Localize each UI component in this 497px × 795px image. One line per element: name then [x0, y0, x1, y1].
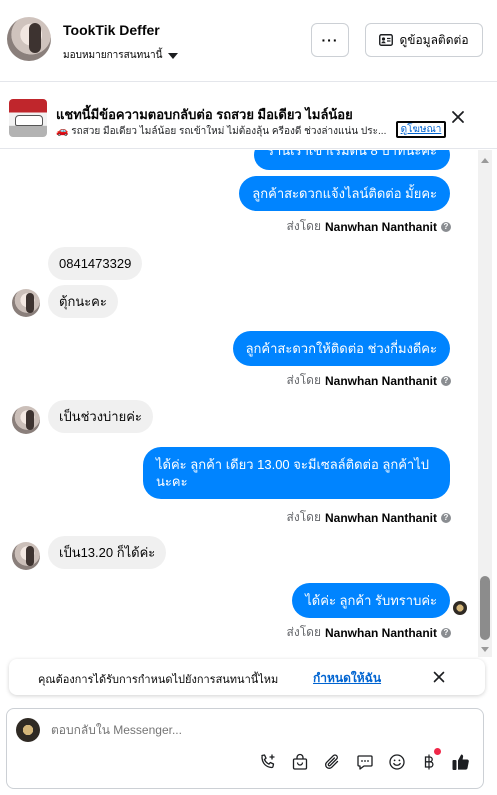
contact-card-icon [379, 34, 394, 46]
sent-by-label: ส่งโดย Nanwhan Nanthanit ? [287, 508, 451, 527]
message-thread: ร้านเราเข้าเริ่มต้น 8 บาทนะคะ ลูกค้าสะดว… [0, 150, 478, 655]
thumbs-up-icon [452, 754, 469, 770]
page-avatar [16, 718, 40, 742]
message-incoming: เป็นช่วงบ่ายค่ะ [48, 400, 153, 433]
view-contact-button[interactable]: ดูข้อมูลติดต่อ [365, 23, 483, 57]
message-incoming: 0841473329 [48, 247, 143, 280]
help-icon[interactable]: ? [441, 375, 451, 386]
baht-icon [424, 754, 434, 770]
shop-button[interactable] [289, 751, 311, 773]
view-ad-link[interactable]: ดูโฆษณา [396, 121, 446, 138]
like-button[interactable] [450, 751, 472, 773]
emoji-button[interactable] [386, 751, 408, 773]
message-text: เป็นช่วงบ่ายค่ะ [59, 409, 142, 424]
seen-avatar [453, 601, 467, 615]
contact-avatar-small [12, 542, 40, 570]
assign-prompt: คุณต้องการได้รับการกำหนดไปยังการสนทนานี้… [9, 659, 485, 695]
reply-input[interactable] [51, 723, 351, 737]
scroll-down-arrow-icon[interactable] [481, 647, 489, 652]
attach-button[interactable] [321, 751, 343, 773]
message-outgoing: ลูกค้าสะดวกให้ติดต่อ ช่วงกี่มงดีคะ [232, 331, 450, 366]
close-icon[interactable] [451, 110, 465, 124]
ad-title: แชทนี้มีข้อความตอบกลับต่อ รถสวย มือเดียว… [56, 107, 353, 122]
sent-by-label: ส่งโดย Nanwhan Nanthanit ? [287, 623, 451, 642]
notification-dot [434, 748, 441, 755]
ad-description: 🚗 รถสวย มือเดียว ไมล์น้อย รถเข้าใหม่ ไม่… [56, 126, 387, 137]
saved-replies-button[interactable] [354, 751, 376, 773]
scrollbar-thumb[interactable] [480, 576, 490, 640]
scroll-up-arrow-icon[interactable] [481, 158, 489, 163]
conversation-header: TookTik Deffer มอบหมายการสนทนานี้ ··· ดู… [0, 0, 497, 82]
emoji-icon [389, 754, 405, 770]
message-composer [6, 708, 484, 789]
close-icon[interactable] [433, 671, 445, 683]
help-icon[interactable]: ? [441, 627, 451, 638]
assign-prompt-text: คุณต้องการได้รับการกำหนดไปยังการสนทนานี้… [38, 674, 279, 686]
more-icon: ··· [321, 32, 339, 48]
message-incoming: ตุ้กนะคะ [48, 285, 118, 318]
view-contact-label: ดูข้อมูลติดต่อ [399, 32, 469, 47]
phone-plus-icon [261, 754, 275, 769]
message-outgoing: ร้านเราเข้าเริ่มต้น 8 บาทนะคะ [254, 150, 450, 170]
shopping-bag-icon [292, 753, 308, 770]
help-icon[interactable]: ? [441, 221, 451, 232]
paperclip-icon [325, 754, 339, 769]
caret-down-icon [168, 52, 179, 59]
contact-avatar[interactable] [7, 17, 51, 61]
more-options-button[interactable]: ··· [311, 23, 349, 57]
help-icon[interactable]: ? [441, 512, 451, 523]
message-text: ลูกค้าสะดวกให้ติดต่อ ช่วงกี่มงดีคะ [245, 341, 437, 356]
message-outgoing: ลูกค้าสะดวกแจ้งไลน์ติดต่อ มั้ยคะ [239, 176, 450, 211]
message-outgoing: ได้ค่ะ ลูกค้า เดียว 13.00 จะมีเซลล์ติดต่… [143, 447, 450, 499]
contact-name[interactable]: TookTik Deffer [63, 22, 160, 38]
ad-reply-banner: แชทนี้มีข้อความตอบกลับต่อ รถสวย มือเดียว… [0, 87, 497, 149]
assign-label: มอบหมายการสนทนานี้ [63, 50, 163, 61]
message-text: 0841473329 [59, 256, 132, 271]
sent-by-label: ส่งโดย Nanwhan Nanthanit ? [287, 217, 451, 236]
ad-thumbnail[interactable] [9, 99, 47, 137]
assign-conversation-dropdown[interactable]: มอบหมายการสนทนานี้ [63, 48, 179, 63]
message-text: ได้ค่ะ ลูกค้า รับทราบค่ะ [305, 593, 437, 608]
message-text: เป็น13.20 ก็ได้ค่ะ [59, 545, 156, 560]
message-text: ลูกค้าสะดวกแจ้งไลน์ติดต่อ มั้ยคะ [252, 186, 437, 201]
contact-avatar-small [12, 289, 40, 317]
message-incoming: เป็น13.20 ก็ได้ค่ะ [48, 536, 167, 569]
message-text: ได้ค่ะ ลูกค้า เดียว 13.00 จะมีเซลล์ติดต่… [156, 457, 430, 489]
chat-bubble-icon [357, 755, 373, 770]
assign-to-me-link[interactable]: กำหนดให้ฉัน [313, 669, 381, 688]
contact-avatar-small [12, 406, 40, 434]
message-text: ตุ้กนะคะ [59, 294, 107, 309]
message-outgoing: ได้ค่ะ ลูกค้า รับทราบค่ะ [292, 583, 450, 618]
call-add-button[interactable] [257, 751, 279, 773]
sent-by-label: ส่งโดย Nanwhan Nanthanit ? [287, 371, 451, 390]
